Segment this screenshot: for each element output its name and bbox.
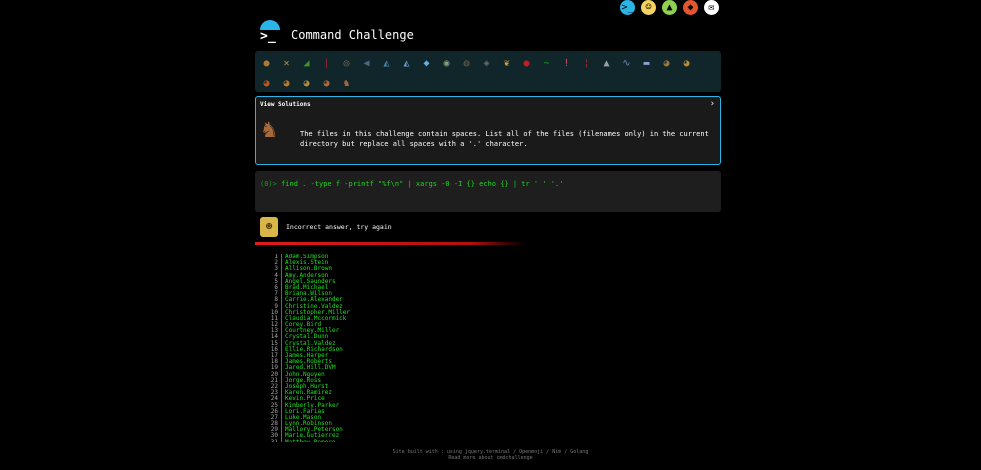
terminal[interactable]: (0)> find . -type f -printf "%f\n" | xar… bbox=[255, 171, 721, 212]
challenge-icon-bar: ● ✕ ◢ | ◎ ◀ ◭ ◭ ◆ ◉ ◍ ◈ ❦ ● ~! ¦ ▲ ∿ ▬ ◕ ◕ ◕ ◕ ◕ ◕ ♞ bbox=[255, 51, 721, 92]
challenge-icon[interactable]: ❦ bbox=[499, 56, 514, 71]
line-number: 31 bbox=[262, 439, 278, 442]
challenge-icon[interactable]: ◕ bbox=[299, 76, 314, 91]
challenge-icon[interactable]: ♞ bbox=[339, 76, 354, 91]
command-text: find . -type f -printf "%f\n" | xargs -0… bbox=[276, 180, 564, 188]
chevron-right-icon[interactable]: › bbox=[710, 99, 715, 109]
challenge-icon[interactable]: ◭ bbox=[379, 56, 394, 71]
logo-prompt: >_ bbox=[260, 29, 276, 44]
challenge-icon[interactable]: ~ bbox=[539, 56, 554, 71]
challenge-icon[interactable]: ◎ bbox=[339, 56, 354, 71]
error-bar bbox=[255, 242, 525, 245]
challenge-icon[interactable]: ✕ bbox=[279, 56, 294, 71]
tree-icon[interactable]: ▲ bbox=[662, 0, 677, 15]
challenge-icon[interactable]: ◈ bbox=[479, 56, 494, 71]
challenge-icon[interactable]: ! bbox=[559, 56, 574, 71]
line-separator bbox=[281, 439, 282, 442]
challenge-icon[interactable]: ◆ bbox=[419, 56, 434, 71]
output-row: 31 Matthew.Romero bbox=[262, 439, 350, 442]
challenge-icon[interactable]: ◭ bbox=[399, 56, 414, 71]
challenge-icon[interactable]: ◕ bbox=[659, 56, 674, 71]
challenge-icon[interactable]: ◢ bbox=[299, 56, 314, 71]
page-title: Command Challenge bbox=[291, 28, 414, 42]
challenge-icon-row: ◕ ◕ ◕ ◕ ♞ bbox=[255, 73, 721, 93]
result-message: Incorrect answer, try again bbox=[286, 223, 392, 231]
challenge-description: The files in this challenge contain spac… bbox=[300, 130, 709, 148]
challenge-icon[interactable]: ◕ bbox=[679, 56, 694, 71]
footer-link[interactable]: Read more about cmdchallenge bbox=[0, 455, 981, 461]
challenge-icon[interactable]: | bbox=[319, 56, 334, 71]
mail-icon[interactable]: ✉ bbox=[704, 0, 719, 15]
challenge-icon[interactable]: ◕ bbox=[319, 76, 334, 91]
challenge-icon[interactable]: ▬ bbox=[639, 56, 654, 71]
challenge-card: View Solutions › ♞ The files in this cha… bbox=[255, 96, 721, 165]
challenge-icon[interactable]: ● bbox=[519, 56, 534, 71]
person-icon: ☻ bbox=[260, 217, 278, 237]
challenge-icon[interactable]: ◀ bbox=[359, 56, 374, 71]
view-solutions-link[interactable]: View Solutions bbox=[260, 101, 311, 108]
footer: Site built with : using jquery.terminal … bbox=[0, 449, 981, 461]
challenge-icon[interactable]: ◉ bbox=[439, 56, 454, 71]
challenge-icon[interactable]: ● bbox=[259, 56, 274, 71]
terminal-icon[interactable]: >_ bbox=[620, 0, 635, 15]
command-line[interactable]: (0)> find . -type f -printf "%f\n" | xar… bbox=[260, 180, 563, 188]
challenge-icon[interactable]: ◍ bbox=[459, 56, 474, 71]
challenge-icon-row: ● ✕ ◢ | ◎ ◀ ◭ ◭ ◆ ◉ ◍ ◈ ❦ ● ~! ¦ ▲ ∿ ▬ ◕ ◕ bbox=[255, 53, 721, 73]
top-nav: >_ ☺ ▲ ◆ ✉ bbox=[620, 0, 719, 15]
result-status: ☻ Incorrect answer, try again bbox=[260, 217, 392, 237]
challenge-icon[interactable]: ¦ bbox=[579, 56, 594, 71]
output-filename: Matthew.Romero bbox=[285, 439, 336, 442]
challenge-icon[interactable]: ∿ bbox=[619, 56, 634, 71]
fox-icon[interactable]: ◆ bbox=[683, 0, 698, 15]
challenge-icon[interactable]: ◕ bbox=[259, 76, 274, 91]
header: >_ Command Challenge bbox=[257, 20, 414, 46]
horse-icon: ♞ bbox=[262, 115, 277, 143]
challenge-icon[interactable]: ◕ bbox=[279, 76, 294, 91]
logo[interactable]: >_ bbox=[257, 20, 281, 46]
face-icon[interactable]: ☺ bbox=[641, 0, 656, 15]
command-prompt: (0)> bbox=[260, 180, 277, 188]
output-listing: 1 Adam.Simpson 2 Alexis.Stein 3 Allison.Brown… bbox=[262, 254, 350, 442]
challenge-icon[interactable]: ▲ bbox=[599, 56, 614, 71]
